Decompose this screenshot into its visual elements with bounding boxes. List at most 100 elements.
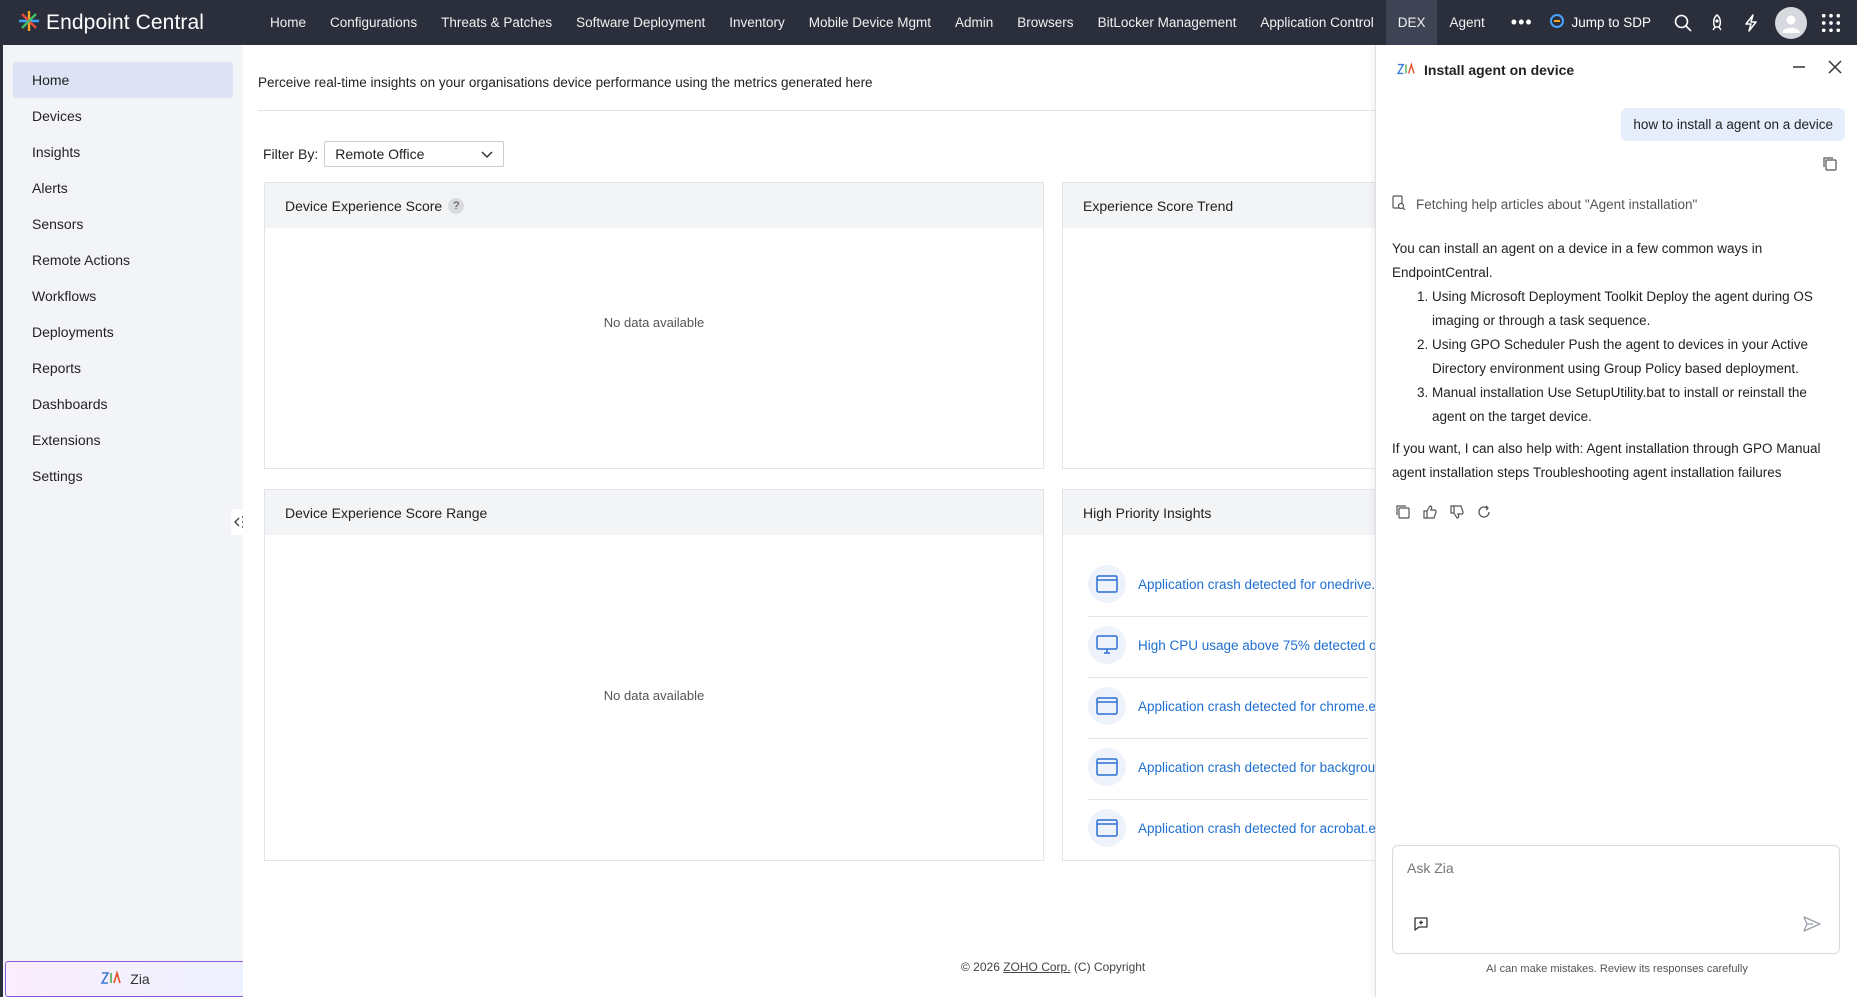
sidebar-item-home[interactable]: Home <box>13 62 233 98</box>
nav-admin[interactable]: Admin <box>943 0 1005 45</box>
card-header: Experience Score Trend <box>1063 183 1391 228</box>
monitor-icon <box>1088 626 1126 664</box>
answer-steps: Using Microsoft Deployment Toolkit Deplo… <box>1392 285 1842 429</box>
sidebar-item-workflows[interactable]: Workflows <box>13 278 233 314</box>
insight-item[interactable]: High CPU usage above 75% detected on dev… <box>1088 626 1391 664</box>
zia-icon <box>1396 61 1416 80</box>
regenerate-icon[interactable] <box>1477 505 1491 522</box>
insight-link[interactable]: Application crash detected for acrobat.e… <box>1138 821 1390 836</box>
chat-title: Install agent on device <box>1424 62 1575 78</box>
chat-header: Install agent on device <box>1376 45 1857 95</box>
sidebar: Home Devices Insights Alerts Sensors Rem… <box>0 45 253 997</box>
no-data-message: No data available <box>603 688 705 703</box>
nav-dex[interactable]: DEX <box>1385 0 1438 45</box>
nav-more-button[interactable]: ••• <box>1497 0 1547 45</box>
brand[interactable]: Endpoint Central <box>0 10 250 35</box>
sidebar-item-reports[interactable]: Reports <box>13 350 233 386</box>
chevron-down-icon <box>481 146 493 162</box>
filter-select[interactable]: Remote Office <box>324 141 505 167</box>
thumbs-up-icon[interactable] <box>1423 505 1437 522</box>
nav-application-control[interactable]: Application Control <box>1248 0 1385 45</box>
sidebar-item-insights[interactable]: Insights <box>13 134 233 170</box>
brand-logo-icon <box>18 10 40 35</box>
app-window-icon <box>1088 565 1126 603</box>
copy-icon[interactable] <box>1396 505 1410 522</box>
avatar[interactable] <box>1775 6 1807 39</box>
card-header: Device Experience Score Range <box>265 490 1043 535</box>
zia-label: Zia <box>130 971 150 987</box>
rocket-icon[interactable] <box>1707 13 1727 33</box>
nav-mobile-device-mgmt[interactable]: Mobile Device Mgmt <box>797 0 943 45</box>
nav-configurations[interactable]: Configurations <box>318 0 429 45</box>
nav-software-deployment[interactable]: Software Deployment <box>564 0 717 45</box>
assistant-answer: You can install an agent on a device in … <box>1392 237 1842 485</box>
app-grid-icon[interactable] <box>1821 13 1841 33</box>
sidebar-item-deployments[interactable]: Deployments <box>13 314 233 350</box>
insight-divider <box>1088 738 1368 739</box>
insight-item[interactable]: Application crash detected for chrome.ex… <box>1088 687 1390 725</box>
fetching-text: Fetching help articles about "Agent inst… <box>1416 197 1698 212</box>
insight-link[interactable]: Application crash detected for backgroun… <box>1138 760 1390 775</box>
main-content: Perceive real-time insights on your orga… <box>243 45 1392 997</box>
thumbs-down-icon[interactable] <box>1450 505 1464 522</box>
insight-divider <box>1088 677 1368 678</box>
sidebar-item-remote-actions[interactable]: Remote Actions <box>13 242 233 278</box>
card-experience-score-trend: Experience Score Trend <box>1062 182 1392 469</box>
answer-step: Using Microsoft Deployment Toolkit Deplo… <box>1432 285 1842 333</box>
sidebar-item-dashboards[interactable]: Dashboards <box>13 386 233 422</box>
sidebar-item-devices[interactable]: Devices <box>13 98 233 134</box>
insight-divider <box>1088 799 1368 800</box>
close-icon[interactable] <box>1827 59 1843 78</box>
user-message-bubble: how to install a agent on a device <box>1621 108 1845 141</box>
insight-item[interactable]: Application crash detected for onedrive.… <box>1088 565 1391 603</box>
nav-agent[interactable]: Agent <box>1437 0 1496 45</box>
add-context-icon[interactable] <box>1413 916 1429 935</box>
insight-link[interactable]: Application crash detected for onedrive.… <box>1138 577 1391 592</box>
card-title: High Priority Insights <box>1083 504 1212 521</box>
sidebar-item-sensors[interactable]: Sensors <box>13 206 233 242</box>
no-data-message: No data available <box>603 315 705 330</box>
zia-button[interactable]: Zia <box>5 961 245 997</box>
page-subtitle: Perceive real-time insights on your orga… <box>258 75 873 90</box>
article-search-icon <box>1392 195 1406 214</box>
insight-item[interactable]: Application crash detected for acrobat.e… <box>1088 809 1390 847</box>
filter-bar: Filter By: Remote Office <box>263 141 505 167</box>
help-icon[interactable]: ? <box>448 197 465 214</box>
nav-bitlocker-management[interactable]: BitLocker Management <box>1086 0 1249 45</box>
search-icon[interactable] <box>1673 13 1693 33</box>
nav-browsers[interactable]: Browsers <box>1005 0 1085 45</box>
sdp-icon <box>1549 13 1565 32</box>
zia-chat-panel: Install agent on device how to install a… <box>1375 45 1857 997</box>
card-device-experience-score: Device Experience Score ? No data availa… <box>264 182 1044 469</box>
sidebar-item-alerts[interactable]: Alerts <box>13 170 233 206</box>
nav-threats-patches[interactable]: Threats & Patches <box>429 0 564 45</box>
sidebar-list: Home Devices Insights Alerts Sensors Rem… <box>3 45 243 494</box>
footer-company-link[interactable]: ZOHO Corp. <box>1003 960 1070 974</box>
top-right-actions: Jump to SDP <box>1549 0 1857 45</box>
sidebar-item-settings[interactable]: Settings <box>13 458 233 494</box>
answer-step: Using GPO Scheduler Push the agent to de… <box>1432 333 1842 381</box>
jump-to-sdp-link[interactable]: Jump to SDP <box>1549 13 1651 32</box>
nav-inventory[interactable]: Inventory <box>717 0 797 45</box>
sidebar-item-extensions[interactable]: Extensions <box>13 422 233 458</box>
ask-zia-input[interactable] <box>1407 860 1807 876</box>
copy-icon[interactable] <box>1823 157 1837 174</box>
page-footer: © 2026 ZOHO Corp. (C) Copyright <box>961 960 1145 974</box>
minimize-icon[interactable] <box>1791 59 1807 78</box>
zia-icon <box>100 969 122 990</box>
filter-label: Filter By: <box>263 146 319 162</box>
lightning-icon[interactable] <box>1741 13 1761 33</box>
app-window-icon <box>1088 748 1126 786</box>
send-icon[interactable] <box>1803 916 1821 935</box>
card-high-priority-insights: High Priority Insights Application crash… <box>1062 489 1392 861</box>
insight-link[interactable]: Application crash detected for chrome.ex… <box>1138 699 1390 714</box>
card-title: Experience Score Trend <box>1083 197 1234 214</box>
card-title: Device Experience Score Range <box>285 504 488 521</box>
nav-home[interactable]: Home <box>258 0 318 45</box>
chat-composer <box>1392 845 1840 954</box>
app-window-icon <box>1088 687 1126 725</box>
insight-item[interactable]: Application crash detected for backgroun… <box>1088 748 1390 786</box>
jump-to-sdp-label: Jump to SDP <box>1571 15 1651 30</box>
app-window-icon <box>1088 809 1126 847</box>
insight-link[interactable]: High CPU usage above 75% detected on dev… <box>1138 638 1391 653</box>
